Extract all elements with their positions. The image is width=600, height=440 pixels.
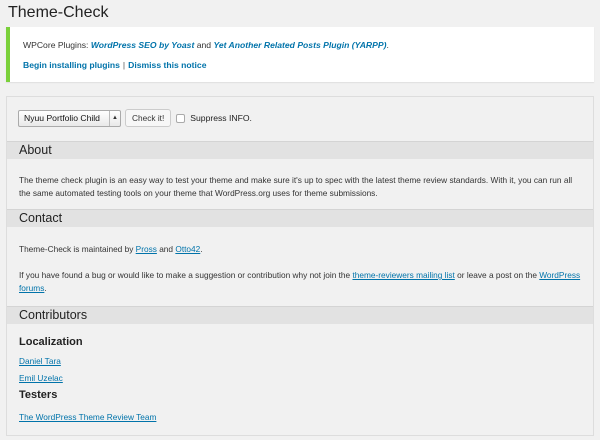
notice-suffix: . xyxy=(386,40,389,50)
theme-select-value: Nyuu Portfolio Child xyxy=(24,113,100,123)
list-item: Daniel Tara xyxy=(19,355,584,368)
bug-prefix: If you have found a bug or would like to… xyxy=(19,270,353,280)
contributor-link[interactable]: Daniel Tara xyxy=(19,356,61,366)
check-toolbar: Nyuu Portfolio Child ▲ Check it! Suppres… xyxy=(18,108,252,128)
notice-prefix: WPCore Plugins: xyxy=(23,40,91,50)
chevron-updown-icon: ▲ xyxy=(109,110,120,126)
maintained-suffix: . xyxy=(200,244,203,254)
suppress-info-label: Suppress INFO. xyxy=(190,113,252,123)
notice-and: and xyxy=(194,40,214,50)
bug-suffix: . xyxy=(44,282,47,293)
about-text: The theme check plugin is an easy way to… xyxy=(19,175,573,198)
list-item: The WordPress Theme Review Team xyxy=(19,411,584,424)
plugin-notice: WPCore Plugins: WordPress SEO by Yoast a… xyxy=(6,27,594,82)
notice-actions: Begin installing plugins | Dismiss this no… xyxy=(23,60,206,70)
suppress-info-checkbox[interactable] xyxy=(176,113,186,123)
contributors-heading: Contributors xyxy=(7,306,593,324)
plugin-link-yoast[interactable]: WordPress SEO by Yoast xyxy=(91,40,194,50)
theme-check-panel: Nyuu Portfolio Child ▲ Check it! Suppres… xyxy=(6,96,594,436)
bug-report-text: If you have found a bug or would like to… xyxy=(19,269,584,294)
mailing-list-link[interactable]: theme-reviewers mailing list xyxy=(352,270,454,280)
maintainer-text: Theme-Check is maintained by Pross and O… xyxy=(19,243,584,256)
notice-message: WPCore Plugins: WordPress SEO by Yoast a… xyxy=(23,40,389,50)
plugin-link-yarpp[interactable]: Yet Another Related Posts Plugin (YARPP) xyxy=(213,40,386,50)
theme-select[interactable]: Nyuu Portfolio Child ▲ xyxy=(18,109,121,127)
localization-heading: Localization xyxy=(19,336,83,348)
notice-separator: | xyxy=(122,60,126,70)
maintainer-link-otto42[interactable]: Otto42 xyxy=(175,244,200,254)
contact-heading: Contact xyxy=(7,209,593,227)
bug-middle: or leave a post on the xyxy=(454,270,540,280)
tester-link[interactable]: The WordPress Theme Review Team xyxy=(19,412,156,422)
maintained-and: and xyxy=(156,244,176,254)
contributor-link[interactable]: Emil Uzelac xyxy=(19,373,63,383)
list-item: Emil Uzelac xyxy=(19,372,584,385)
check-it-button[interactable]: Check it! xyxy=(125,109,172,127)
begin-installing-link[interactable]: Begin installing plugins xyxy=(23,60,120,70)
localization-list: Daniel Tara Emil Uzelac xyxy=(19,355,584,384)
testers-heading: Testers xyxy=(19,389,58,401)
testers-list: The WordPress Theme Review Team xyxy=(19,411,584,424)
maintained-prefix: Theme-Check is maintained by xyxy=(19,244,136,254)
about-heading: About xyxy=(7,141,593,159)
page-title: Theme-Check xyxy=(8,4,109,21)
maintainer-link-pross[interactable]: Pross xyxy=(136,244,157,254)
dismiss-notice-link[interactable]: Dismiss this notice xyxy=(128,60,206,70)
